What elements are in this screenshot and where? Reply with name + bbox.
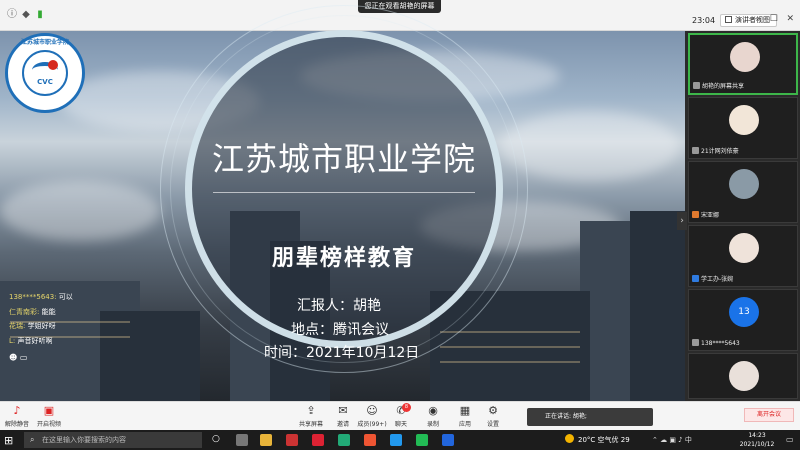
camera-off-icon: ▣ xyxy=(43,404,55,417)
avatar xyxy=(729,105,759,135)
avatar: 13 xyxy=(729,297,759,327)
participant-tile[interactable]: 宋亚娜 xyxy=(688,161,798,223)
app-icon[interactable] xyxy=(442,434,454,446)
system-clock[interactable]: 14:23 2021/10/12 xyxy=(731,431,783,449)
grid-icon xyxy=(725,16,732,23)
window-controls: — ☐ ✕ xyxy=(752,14,794,24)
participant-tile[interactable]: 13 138****5643 xyxy=(688,289,798,351)
share-icon: ⇪ xyxy=(306,404,316,417)
chat-unread-badge: 8 xyxy=(402,403,411,412)
record-icon: ◉ xyxy=(428,404,438,417)
emoji-icon[interactable]: ☻ xyxy=(9,353,17,362)
time-line: 时间：2021年10月12日 xyxy=(264,345,420,361)
signal-icon[interactable]: ▮ xyxy=(34,9,46,21)
collapse-panel-arrow[interactable]: › xyxy=(677,212,687,230)
participant-tile[interactable] xyxy=(688,353,798,399)
avatar xyxy=(729,361,759,391)
avatar xyxy=(730,42,760,72)
app-icon[interactable] xyxy=(338,434,350,446)
participant-name: 学工办-张婉 xyxy=(701,276,734,283)
participant-name: 宋亚娜 xyxy=(701,212,720,219)
maximize-icon[interactable]: ☐ xyxy=(770,14,778,24)
participant-tile[interactable]: 学工办-张婉 xyxy=(688,225,798,287)
slide-subtitle: 朋辈榜样教育 xyxy=(271,246,416,271)
windows-start-icon[interactable]: ⊞ xyxy=(4,434,13,447)
participant-name: 138****5643 xyxy=(701,340,740,347)
record-button[interactable]: ◉ 录制 xyxy=(418,404,448,429)
minimize-icon[interactable]: — xyxy=(752,14,761,24)
folder-icon[interactable] xyxy=(260,434,272,446)
shield-icon[interactable]: ◆ xyxy=(20,9,32,21)
meeting-clock: 23:04 xyxy=(692,16,716,25)
invite-icon: ✉ xyxy=(338,404,348,417)
chat-overlay-controls: ☻ ▭ xyxy=(9,353,27,362)
college-logo: 江苏城市职业学院 CVC xyxy=(5,33,85,113)
app-icon[interactable] xyxy=(286,434,298,446)
search-icon: ⌕ xyxy=(30,435,35,444)
chat-message: 138****5643: 可以 xyxy=(9,293,73,301)
notification-icon[interactable]: ▭ xyxy=(786,435,794,444)
tencent-meeting-icon[interactable] xyxy=(390,434,402,446)
weather-status[interactable]: 20°C 空气优 29 xyxy=(578,435,630,445)
app-icon[interactable] xyxy=(364,434,376,446)
wechat-icon[interactable] xyxy=(416,434,428,446)
logo-ring-text: 江苏城市职业学院 xyxy=(20,39,69,46)
share-screen-button[interactable]: ⇪ 共享屏幕 xyxy=(296,404,326,429)
leave-meeting-button[interactable]: 离开会议 xyxy=(744,408,794,422)
screen-share-icon xyxy=(693,82,700,89)
participant-tile[interactable]: 21计网刘依豪 xyxy=(688,97,798,159)
system-tray: ⌃ ☁ ▣ ♪ 中 xyxy=(652,436,692,444)
mic-off-icon: ♪ xyxy=(13,404,21,417)
logo-abbr: CVC xyxy=(37,78,53,86)
invite-button[interactable]: ✉ 邀请 xyxy=(328,404,358,429)
participant-tile[interactable]: 胡艳的屏幕共享 xyxy=(688,33,798,95)
title-divider xyxy=(213,192,475,193)
mic-muted-icon xyxy=(692,147,699,154)
participant-name: 21计网刘依豪 xyxy=(701,148,739,155)
chat-message: L: 声音好听啊 xyxy=(9,337,53,345)
chat-toggle-icon[interactable]: ▭ xyxy=(20,353,28,362)
wps-icon[interactable] xyxy=(312,434,324,446)
task-view-icon[interactable]: ○ xyxy=(212,434,220,444)
members-icon: ☺ xyxy=(366,404,378,417)
avatar xyxy=(729,169,759,199)
mic-muted-icon xyxy=(692,339,699,346)
video-button[interactable]: ▣ 开启视频 xyxy=(34,404,64,429)
members-button[interactable]: ☺ 成员(99+) xyxy=(357,404,387,429)
apps-button[interactable]: ▦ 应用 xyxy=(450,404,480,429)
user-icon xyxy=(692,275,699,282)
user-icon xyxy=(692,211,699,218)
chat-message: 花瑞: 学姐好呀 xyxy=(9,322,56,330)
chat-button[interactable]: ✆ 聊天 xyxy=(386,405,416,429)
participant-name: 胡艳的屏幕共享 xyxy=(702,83,745,90)
location-line: 地点：腾讯会议 xyxy=(291,322,389,338)
close-icon[interactable]: ✕ xyxy=(786,14,794,24)
speaking-indicator: 正在讲话: 胡艳; xyxy=(527,408,653,426)
windows-taskbar: ⊞ ⌕ 在这里输入你要搜索的内容 ○ 20°C 空气优 29 ⌃ ☁ ▣ ♪ 中… xyxy=(0,430,800,450)
info-icon[interactable]: ⓘ xyxy=(6,9,18,21)
apps-icon: ▦ xyxy=(459,404,471,417)
mute-button[interactable]: ♪ 解除静音 xyxy=(2,404,32,429)
avatar xyxy=(729,233,759,263)
chat-message: 仁青南彩: 能能 xyxy=(9,308,56,316)
school-name: 江苏城市职业学院 xyxy=(211,140,476,178)
settings-button[interactable]: ⚙ 设置 xyxy=(478,404,508,429)
gear-icon: ⚙ xyxy=(488,404,498,417)
reporter-line: 汇报人：胡艳 xyxy=(297,298,381,314)
taskbar-search[interactable]: ⌕ 在这里输入你要搜索的内容 xyxy=(24,432,202,448)
app-icon[interactable] xyxy=(236,434,248,446)
weather-sun-icon xyxy=(565,434,574,443)
meeting-toolbar: ♪ 解除静音 ▣ 开启视频 ⇪ 共享屏幕 ✉ 邀请 ☺ 成员(99+) ✆ 聊天 8 ◉ 录制… xyxy=(0,401,800,430)
